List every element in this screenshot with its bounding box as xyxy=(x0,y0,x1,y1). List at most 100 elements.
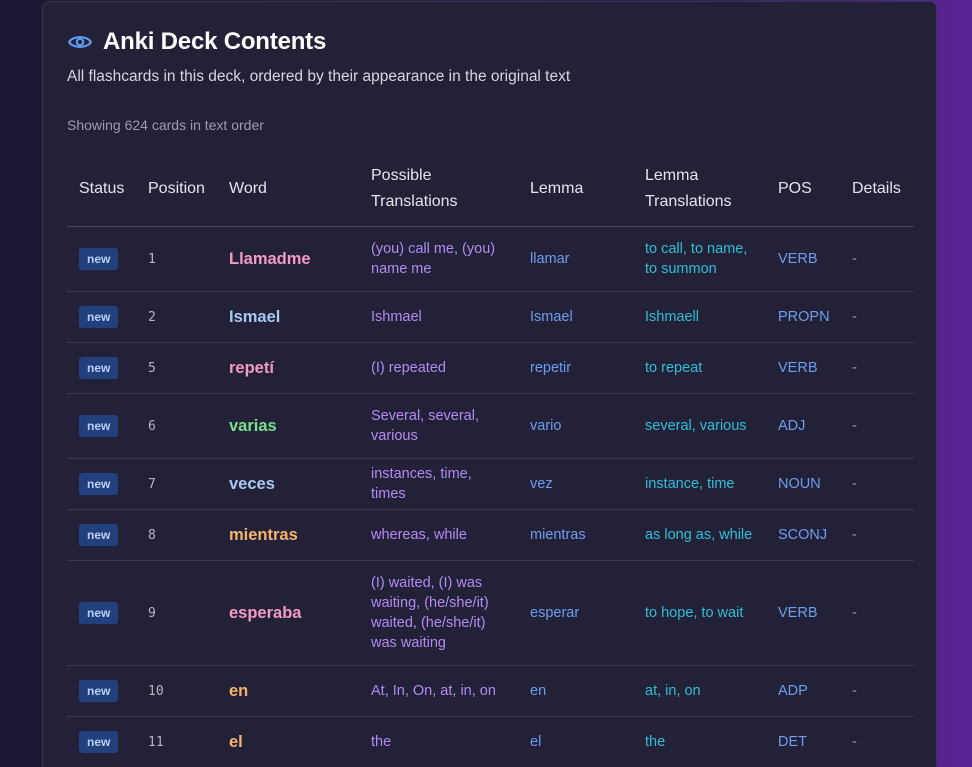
word-cell: varias xyxy=(217,393,359,459)
table-row: new 8 mientras whereas, while mientras as lon… xyxy=(67,509,914,561)
page-subtitle: All flashcards in this deck, ordered by … xyxy=(67,68,571,85)
lemma-cell: vario xyxy=(518,393,633,459)
details-cell: - xyxy=(840,226,914,292)
word-text: repetí xyxy=(229,358,274,377)
translations-cell: (I) repeated xyxy=(359,342,518,394)
translations-cell: Several, several, various xyxy=(359,393,518,459)
lemma-cell: llamar xyxy=(518,226,633,292)
translations-cell: instances, time, times xyxy=(359,458,518,510)
table-row: new 2 Ismael Ishmael Ismael Ishmaell PROPN - xyxy=(67,291,914,343)
lemma-translations-cell: at, in, on xyxy=(633,665,766,717)
lemma-translations-cell: to call, to name, to summon xyxy=(633,226,766,292)
word-text: esperaba xyxy=(229,603,302,622)
lemma-translations-cell: Ishmaell xyxy=(633,291,766,343)
position-cell: 10 xyxy=(136,665,217,717)
details-cell: - xyxy=(840,458,914,510)
word-cell: en xyxy=(217,665,359,717)
position-number: 8 xyxy=(148,527,156,543)
details-cell: - xyxy=(840,560,914,666)
status-cell: new xyxy=(67,458,136,510)
status-badge: new xyxy=(79,602,119,624)
lemma-cell: vez xyxy=(518,458,633,510)
position-number: 1 xyxy=(148,251,156,267)
card-count: Showing 624 cards in text order xyxy=(67,117,264,133)
status-cell: new xyxy=(67,560,136,666)
lemma-translations-cell: the xyxy=(633,716,766,767)
word-text: Llamadme xyxy=(229,249,311,268)
status-cell: new xyxy=(67,291,136,343)
header-pos: POS xyxy=(766,151,840,227)
status-badge: new xyxy=(79,306,119,328)
word-text: mientras xyxy=(229,525,298,544)
position-number: 7 xyxy=(148,476,156,492)
word-cell: veces xyxy=(217,458,359,510)
translations-cell: Ishmael xyxy=(359,291,518,343)
pos-cell: DET xyxy=(766,716,840,767)
lemma-cell: el xyxy=(518,716,633,767)
details-cell: - xyxy=(840,342,914,394)
status-cell: new xyxy=(67,342,136,394)
translations-cell: (I) waited, (I) was waiting, (he/she/it)… xyxy=(359,560,518,666)
status-badge: new xyxy=(79,357,119,379)
header-word: Word xyxy=(217,151,359,227)
details-cell: - xyxy=(840,393,914,459)
status-cell: new xyxy=(67,393,136,459)
details-cell: - xyxy=(840,716,914,767)
table-row: new 1 Llamadme (you) call me, (you) name me… xyxy=(67,226,914,292)
status-badge: new xyxy=(79,731,119,753)
table-row: new 7 veces instances, time, times vez instan… xyxy=(67,458,914,510)
lemma-translations-cell: as long as, while xyxy=(633,509,766,561)
word-cell: Llamadme xyxy=(217,226,359,292)
table-row: new 6 varias Several, several, various vario… xyxy=(67,393,914,459)
lemma-translations-cell: instance, time xyxy=(633,458,766,510)
pos-cell: VERB xyxy=(766,226,840,292)
table-row: new 11 el the el the DET - xyxy=(67,716,914,767)
translations-cell: (you) call me, (you) name me xyxy=(359,226,518,292)
position-cell: 9 xyxy=(136,560,217,666)
position-number: 6 xyxy=(148,418,156,434)
status-badge: new xyxy=(79,473,119,495)
position-number: 10 xyxy=(148,683,164,699)
position-cell: 2 xyxy=(136,291,217,343)
pos-cell: SCONJ xyxy=(766,509,840,561)
word-text: veces xyxy=(229,474,275,493)
pos-cell: ADP xyxy=(766,665,840,717)
word-cell: esperaba xyxy=(217,560,359,666)
position-number: 9 xyxy=(148,605,156,621)
word-text: Ismael xyxy=(229,307,281,326)
status-cell: new xyxy=(67,509,136,561)
translations-cell: the xyxy=(359,716,518,767)
word-cell: Ismael xyxy=(217,291,359,343)
lemma-translations-cell: to repeat xyxy=(633,342,766,394)
position-cell: 11 xyxy=(136,716,217,767)
position-cell: 1 xyxy=(136,226,217,292)
status-badge: new xyxy=(79,248,119,270)
status-badge: new xyxy=(79,524,119,546)
panel-header: Anki Deck Contents xyxy=(67,28,326,56)
translations-cell: At, In, On, at, in, on xyxy=(359,665,518,717)
translations-cell: whereas, while xyxy=(359,509,518,561)
lemma-cell: Ismael xyxy=(518,291,633,343)
lemma-cell: esperar xyxy=(518,560,633,666)
pos-cell: NOUN xyxy=(766,458,840,510)
table-row: new 5 repetí (I) repeated repetir to repeat VE… xyxy=(67,342,914,394)
status-badge: new xyxy=(79,680,119,702)
status-badge: new xyxy=(79,415,119,437)
header-position: Position xyxy=(136,151,217,227)
pos-cell: ADJ xyxy=(766,393,840,459)
word-text: en xyxy=(229,681,249,700)
header-lemma: Lemma xyxy=(518,151,633,227)
table-body: new 1 Llamadme (you) call me, (you) name me… xyxy=(67,226,914,767)
lemma-cell: mientras xyxy=(518,509,633,561)
header-translations: Possible Translations xyxy=(359,151,518,227)
lemma-translations-cell: several, various xyxy=(633,393,766,459)
word-text: el xyxy=(229,732,243,751)
word-cell: repetí xyxy=(217,342,359,394)
position-number: 5 xyxy=(148,360,156,376)
details-cell: - xyxy=(840,291,914,343)
word-cell: el xyxy=(217,716,359,767)
header-details: Details xyxy=(840,151,914,227)
position-cell: 8 xyxy=(136,509,217,561)
pos-cell: PROPN xyxy=(766,291,840,343)
header-status: Status xyxy=(67,151,136,227)
